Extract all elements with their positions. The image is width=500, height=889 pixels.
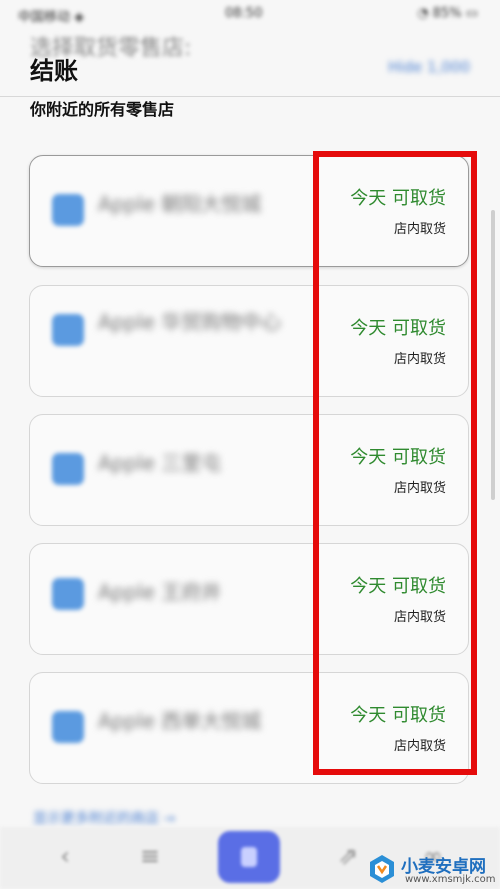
watermark-url: www.xmsmjk.com — [405, 874, 496, 885]
store-name: Apple 朝阳大悦城 — [98, 192, 262, 216]
store-name: Apple 西单大悦城 — [98, 709, 262, 733]
highlight-annotation — [313, 151, 477, 775]
bag-icon[interactable]: ≡ — [135, 841, 165, 871]
store-icon — [52, 453, 84, 485]
scrollbar[interactable] — [491, 210, 495, 500]
more-stores-link[interactable]: 显示更多附近的商店 → — [33, 808, 175, 828]
cart-icon[interactable] — [218, 831, 280, 883]
store-icon — [52, 194, 84, 226]
share-icon[interactable]: ⇗ — [333, 841, 363, 871]
store-name: Apple 三里屯 — [98, 451, 222, 475]
watermark-logo-icon — [370, 855, 394, 883]
store-icon — [52, 314, 84, 346]
back-icon[interactable]: ‹ — [50, 841, 80, 871]
watermark: 小麦安卓网 www.xmsmjk.com — [365, 850, 500, 889]
store-name: Apple 华贸购物中心 — [98, 310, 282, 334]
store-name: Apple 王府井 — [98, 580, 222, 604]
store-icon — [52, 711, 84, 743]
store-icon — [52, 578, 84, 610]
